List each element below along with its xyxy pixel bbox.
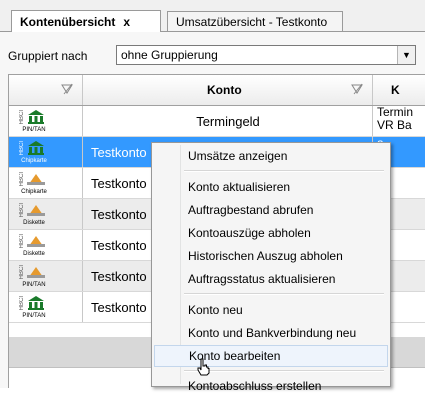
menu-item-auftragsstatus[interactable]: Auftragsstatus aktualisieren [154,268,388,290]
row-type-cell: HBCI Chipkarte [9,168,83,198]
type-badge: Diskette [23,220,45,226]
cell-text: VR Ba [377,118,412,132]
menu-item-umsaetze-anzeigen[interactable]: Umsätze anzeigen [154,145,388,167]
konto-name: Testkonto [91,176,147,191]
hbci-mark: HBCI [19,141,25,156]
menu-separator [184,170,384,172]
sort-icon [351,83,363,95]
table-row[interactable]: HBCI PIN/TAN Termingeld Termin VR Ba [9,106,425,137]
grouping-select[interactable]: ohne Gruppierung ▼ [116,45,416,65]
menu-item-auftragbestand-abrufen[interactable]: Auftragbestand abrufen [154,199,388,221]
account-type-icon: HBCI PIN/TAN [19,108,73,135]
row-next-cell: Termin VR Ba [373,106,425,136]
row-type-cell: HBCI PIN/TAN [9,106,83,136]
konto-name: Testkonto [91,207,147,222]
hbci-mark: HBCI [19,172,25,187]
tab-label: Kontenübersicht [20,14,116,29]
konto-name: Testkonto [91,238,147,253]
hbci-mark: HBCI [19,203,25,218]
bank-icon [28,296,44,310]
row-type-cell: HBCI Chipkarte [9,137,83,167]
type-badge: Chipkarte [21,158,47,164]
type-badge: PIN/TAN [22,127,46,133]
menu-item-historischen-auszug[interactable]: Historischen Auszug abholen [154,245,388,267]
type-badge: Diskette [23,251,45,257]
konto-name: Termingeld [196,114,260,129]
disk-icon [27,205,45,216]
bank-icon [28,141,44,155]
row-type-cell: HBCI PIN/TAN [9,292,83,322]
context-menu: Umsätze anzeigen Konto aktualisieren Auf… [151,142,391,393]
hbci-mark: HBCI [19,265,25,280]
grouping-value: ohne Gruppierung [121,48,218,62]
type-badge: PIN/TAN [22,313,46,319]
menu-item-kontoauszuege-abholen[interactable]: Kontoauszüge abholen [154,222,388,244]
menu-item-konto-bankverbindung-neu[interactable]: Konto und Bankverbindung neu [154,322,388,344]
hbci-mark: HBCI [19,234,25,249]
menu-item-kontoabschluss[interactable]: Kontoabschluss erstellen [154,365,388,393]
tab-kontenuebersicht[interactable]: Kontenübersicht x [11,10,161,32]
header-type-column[interactable] [9,75,83,105]
account-type-icon: HBCI Chipkarte [19,170,73,197]
konto-name: Testkonto [91,300,147,315]
hbci-mark: HBCI [19,110,25,125]
tab-label: Umsatzübersicht - Testkonto [176,14,328,29]
disk-icon [27,267,45,278]
row-konto-cell: Termingeld [83,106,373,136]
hand-cursor-icon [197,358,210,376]
disk-icon [27,236,45,247]
chipcard-icon [27,174,45,185]
konto-name: Testkonto [91,145,147,160]
type-badge: PIN/TAN [22,282,46,288]
menu-item-konto-neu[interactable]: Konto neu [154,299,388,321]
header-konto-column[interactable]: Konto [83,75,373,105]
grid-header: Konto K [9,75,425,106]
menu-separator [184,293,384,295]
tab-umsatzuebersicht[interactable]: Umsatzübersicht - Testkonto [167,11,343,31]
account-type-icon: HBCI Diskette [19,232,73,259]
menu-item-konto-aktualisieren[interactable]: Konto aktualisieren [154,176,388,198]
account-type-icon: HBCI Chipkarte [19,139,73,166]
account-type-icon: HBCI PIN/TAN [19,294,73,321]
bank-icon [28,110,44,124]
row-type-cell: HBCI Diskette [9,199,83,229]
row-type-cell: HBCI PIN/TAN [9,261,83,291]
konto-name: Testkonto [91,269,147,284]
chevron-down-icon[interactable]: ▼ [397,46,415,64]
header-next-label: K [391,83,400,97]
grouping-label: Gruppiert nach [8,49,88,63]
row-type-cell: HBCI Diskette [9,230,83,260]
type-badge: Chipkarte [21,189,47,195]
header-next-column[interactable]: K [373,75,425,105]
sort-icon [61,83,73,95]
close-icon[interactable]: x [123,15,130,29]
account-type-icon: HBCI Diskette [19,201,73,228]
header-konto-label: Konto [207,83,242,97]
account-type-icon: HBCI PIN/TAN [19,263,73,290]
menu-item-konto-bearbeiten[interactable]: Konto bearbeiten [154,345,388,367]
hbci-mark: HBCI [19,296,25,311]
